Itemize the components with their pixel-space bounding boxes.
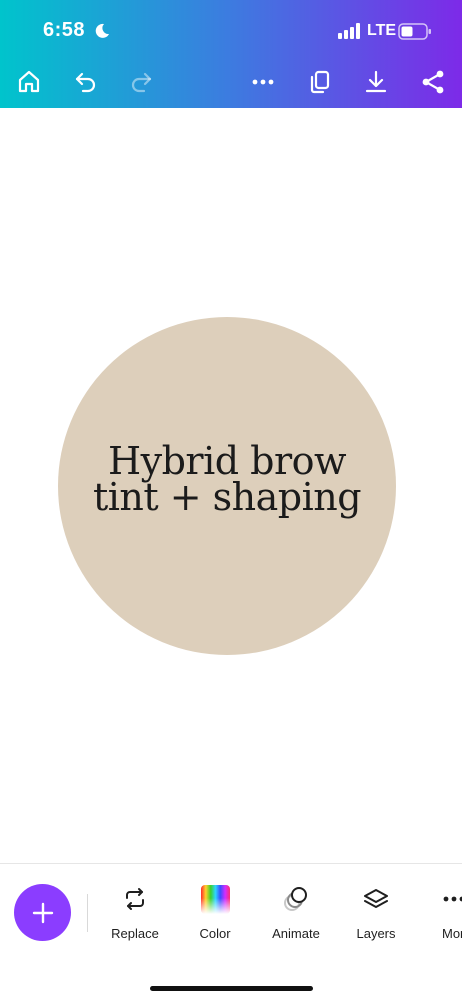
add-button[interactable] xyxy=(14,884,71,941)
more-tools-button[interactable]: Mor xyxy=(415,882,462,941)
download-icon[interactable] xyxy=(358,64,394,100)
design-headline[interactable]: Hybrid brow tint + shaping xyxy=(58,439,396,519)
status-bar: 6:58 LTE xyxy=(0,0,462,60)
home-icon[interactable] xyxy=(11,64,47,100)
headline-line-1: Hybrid brow xyxy=(107,439,347,483)
more-icon[interactable] xyxy=(245,64,281,100)
layers-button[interactable]: Layers xyxy=(336,882,416,941)
more-label: Mor xyxy=(442,926,462,941)
animate-button[interactable]: Animate xyxy=(256,882,336,941)
animate-icon xyxy=(256,882,336,916)
toolbar-divider xyxy=(87,894,88,932)
replace-button[interactable]: Replace xyxy=(95,882,175,941)
battery-icon xyxy=(398,23,431,40)
share-icon[interactable] xyxy=(415,64,451,100)
layers-icon xyxy=(336,882,416,916)
duplicate-icon[interactable] xyxy=(302,64,338,100)
animate-label: Animate xyxy=(272,926,320,941)
design-canvas[interactable]: Hybrid brow tint + shaping xyxy=(0,108,462,863)
editor-toolbar xyxy=(0,60,462,108)
top-header: 6:58 LTE xyxy=(0,0,462,108)
color-button[interactable]: Color xyxy=(175,882,255,941)
signal-icon xyxy=(338,23,360,39)
home-indicator[interactable] xyxy=(150,986,313,991)
replace-icon xyxy=(95,882,175,916)
layers-label: Layers xyxy=(356,926,396,941)
network-label: LTE xyxy=(367,22,397,39)
redo-icon[interactable] xyxy=(123,64,159,100)
moon-icon xyxy=(95,23,109,38)
more-icon xyxy=(415,882,462,916)
plus-icon xyxy=(32,902,53,923)
replace-label: Replace xyxy=(111,926,159,941)
undo-icon[interactable] xyxy=(68,64,104,100)
headline-line-2: tint + shaping xyxy=(92,475,362,519)
color-label: Color xyxy=(199,926,231,941)
color-icon xyxy=(175,882,255,916)
bottom-toolbar: Replace Color Animate Layers Mo xyxy=(0,863,462,1001)
status-time: 6:58 xyxy=(43,19,86,41)
